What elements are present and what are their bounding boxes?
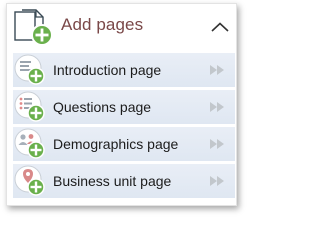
questions-page-item[interactable]: Questions page bbox=[13, 90, 235, 124]
panel-header[interactable]: Add pages bbox=[7, 4, 236, 49]
chevron-up-icon[interactable] bbox=[211, 22, 229, 32]
item-label: Demographics page bbox=[53, 136, 179, 152]
double-arrow-right-icon[interactable] bbox=[209, 101, 225, 113]
demographics-page-icon bbox=[14, 128, 45, 159]
item-label: Business unit page bbox=[53, 173, 172, 189]
business-unit-page-item[interactable]: Business unit page bbox=[13, 164, 235, 198]
questions-page-icon bbox=[14, 91, 45, 122]
introduction-page-item[interactable]: Introduction page bbox=[13, 53, 235, 87]
double-arrow-right-icon[interactable] bbox=[209, 64, 225, 76]
item-label: Questions page bbox=[53, 99, 152, 115]
panel-title: Add pages bbox=[61, 15, 144, 34]
double-arrow-right-icon[interactable] bbox=[209, 138, 225, 150]
add-page-icon bbox=[14, 9, 53, 46]
demographics-page-item[interactable]: Demographics page bbox=[13, 127, 235, 161]
add-pages-panel: Add pages Introduction page Questions pa… bbox=[6, 3, 237, 206]
item-label: Introduction page bbox=[53, 62, 162, 78]
introduction-page-icon bbox=[14, 54, 45, 85]
business-unit-page-icon bbox=[14, 165, 45, 196]
double-arrow-right-icon[interactable] bbox=[209, 175, 225, 187]
